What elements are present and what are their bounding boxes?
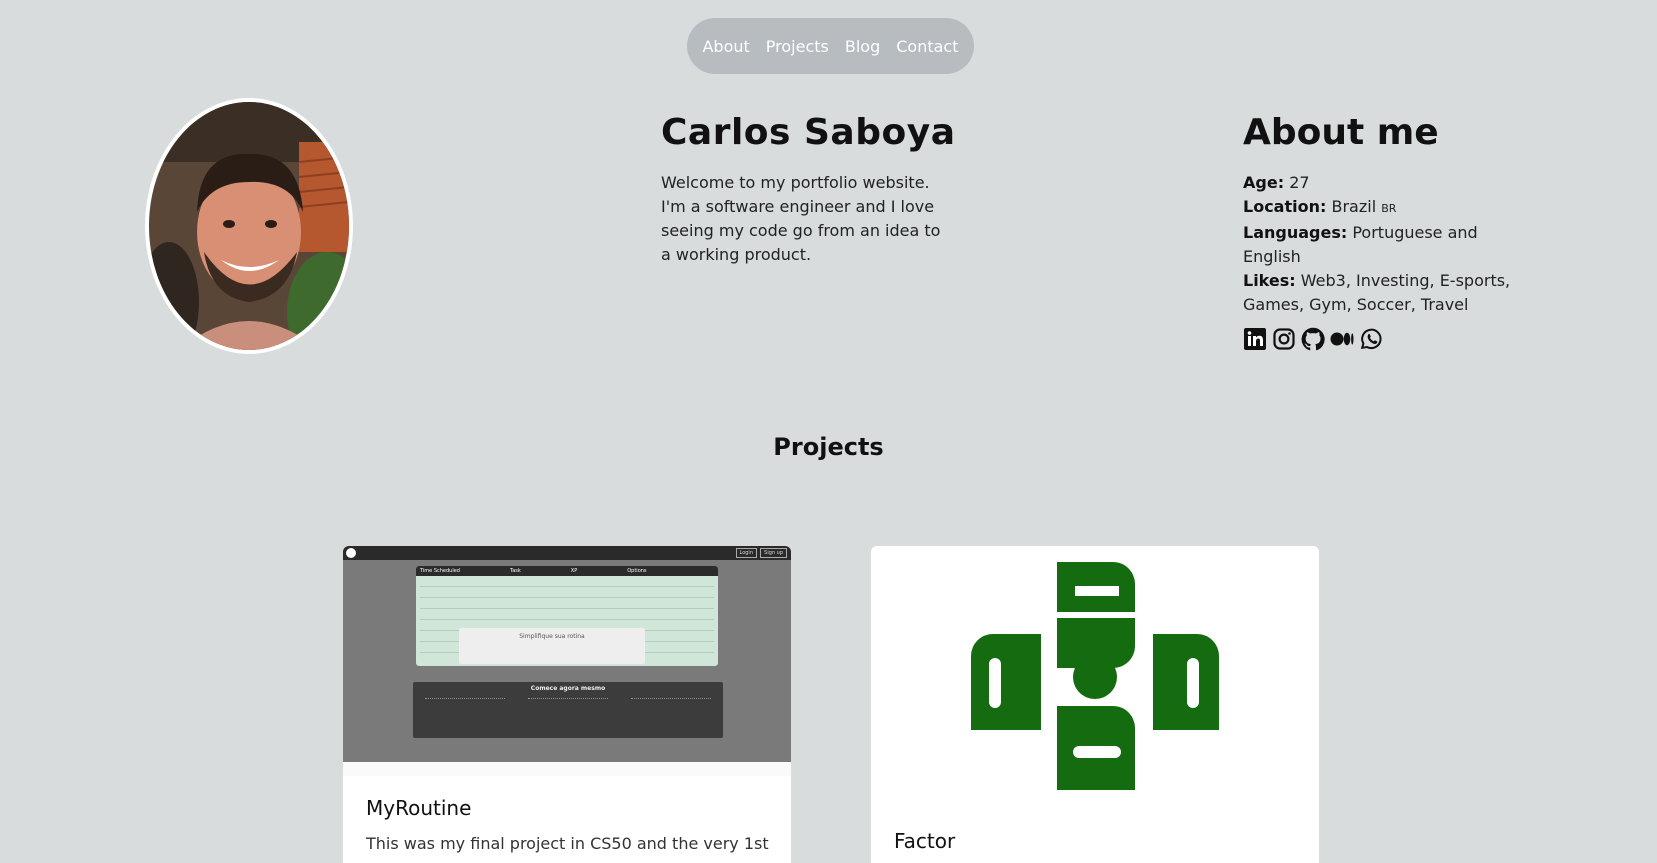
- age-value: 27: [1289, 173, 1310, 192]
- project-title: MyRoutine: [366, 796, 472, 820]
- shot-cta-title: Comece agora mesmo: [530, 685, 606, 692]
- myroutine-screenshot: Login Sign up Time Scheduled Task XP Opt…: [343, 546, 791, 776]
- avatar: [145, 98, 353, 354]
- languages-row: Languages: Portuguese and English: [1243, 221, 1513, 269]
- profile-photo: [149, 102, 349, 350]
- nav-blog[interactable]: Blog: [845, 37, 880, 56]
- top-nav: About Projects Blog Contact: [687, 18, 974, 74]
- shot-signup: Sign up: [760, 548, 787, 558]
- instagram-icon[interactable]: [1272, 327, 1296, 351]
- project-description: This was my final project in CS50 and th…: [366, 834, 769, 853]
- shot-header: Task: [509, 568, 521, 574]
- bio-text: Welcome to my portfolio website. I'm a s…: [661, 173, 941, 264]
- project-card-factor[interactable]: Factor: [871, 546, 1319, 863]
- project-title: Factor: [894, 829, 956, 853]
- nav-projects[interactable]: Projects: [766, 37, 829, 56]
- medium-icon[interactable]: [1330, 327, 1354, 351]
- shot-header: Time Scheduled: [420, 568, 460, 574]
- nav-contact[interactable]: Contact: [896, 37, 958, 56]
- shot-header: Options: [627, 568, 647, 574]
- shot-login: Login: [735, 548, 757, 558]
- shot-modal-title: Simplifique sua rotina: [519, 633, 585, 640]
- nav-about[interactable]: About: [702, 37, 749, 56]
- linkedin-icon[interactable]: [1243, 327, 1267, 351]
- location-value: Brazil: [1331, 197, 1377, 216]
- app-logo-icon: [346, 548, 356, 558]
- location-row: Location: Brazil BR: [1243, 195, 1513, 221]
- factor-logo: [971, 562, 1219, 790]
- flag-icon: BR: [1381, 202, 1397, 215]
- about-section: About me Age: 27 Location: Brazil BR Lan…: [1243, 112, 1513, 351]
- age-row: Age: 27: [1243, 171, 1513, 195]
- age-label: Age:: [1243, 173, 1285, 192]
- likes-row: Likes: Web3, Investing, E-sports, Games,…: [1243, 269, 1513, 317]
- intro-section: Carlos Saboya Welcome to my portfolio we…: [661, 112, 956, 267]
- likes-label: Likes:: [1243, 271, 1296, 290]
- shot-header: XP: [570, 568, 578, 574]
- whatsapp-icon[interactable]: [1359, 327, 1383, 351]
- github-icon[interactable]: [1301, 327, 1325, 351]
- languages-label: Languages:: [1243, 223, 1348, 242]
- name-heading: Carlos Saboya: [661, 112, 956, 153]
- about-heading: About me: [1243, 112, 1439, 153]
- social-links: [1243, 327, 1513, 351]
- project-card-myroutine[interactable]: Login Sign up Time Scheduled Task XP Opt…: [343, 546, 791, 863]
- location-label: Location:: [1243, 197, 1327, 216]
- projects-heading: Projects: [773, 433, 884, 461]
